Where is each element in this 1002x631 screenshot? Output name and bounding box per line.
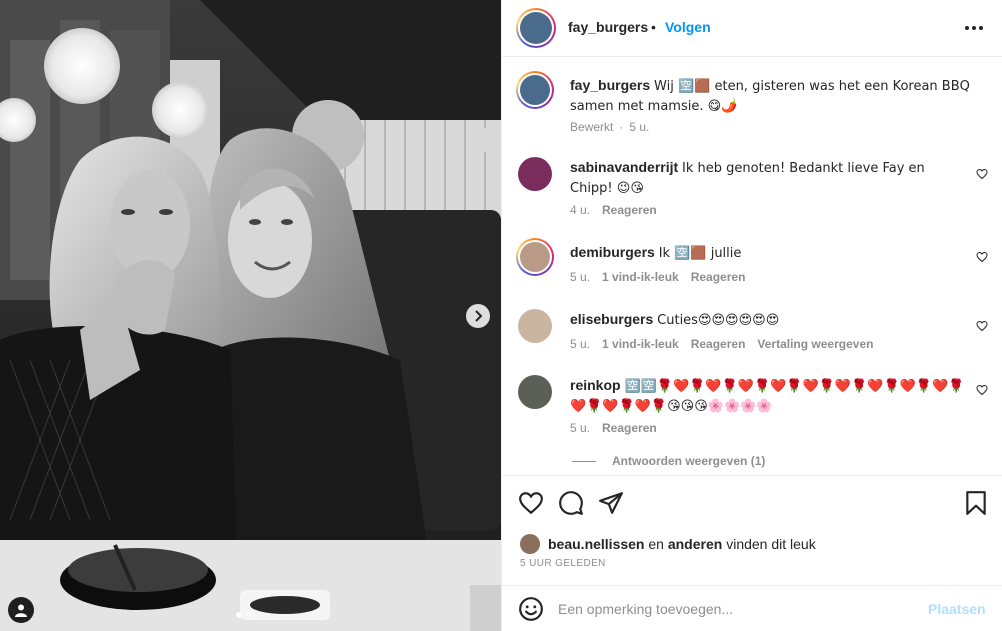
comment-meta: 5 u. 1 vind-ik-leuk Reageren Vertaling w… (570, 337, 873, 351)
bookmark-icon[interactable] (963, 490, 989, 516)
commenter-avatar[interactable] (518, 157, 552, 191)
avatar (520, 12, 552, 44)
reply-button[interactable]: Reageren (691, 270, 746, 284)
likes-summary: beau.nellissen en anderen vinden dit leu… (520, 534, 816, 554)
author-username[interactable]: fay_burgers (568, 19, 648, 35)
reply-button[interactable]: Reageren (602, 421, 657, 435)
comment-age[interactable]: 5 u. (570, 270, 590, 284)
likes-others-link[interactable]: anderen (668, 536, 722, 552)
caption: fay_burgers Wij 🈳🟫 eten, gisteren was he… (516, 71, 988, 141)
comment-icon[interactable] (558, 490, 584, 516)
share-icon[interactable] (598, 490, 624, 516)
emoji-icon[interactable] (518, 596, 544, 622)
reply-button[interactable]: Reageren (602, 203, 657, 217)
comment-age[interactable]: 5 u. (570, 337, 590, 351)
caption-age[interactable]: 5 u. (629, 120, 649, 134)
comment-text: demiburgers Ik 🈳🟫 jullie (570, 243, 970, 263)
commenter-avatar[interactable] (518, 309, 552, 343)
comment-age[interactable]: 5 u. (570, 421, 590, 435)
next-slide-button[interactable] (466, 304, 490, 328)
post-comment-button[interactable]: Plaatsen (928, 601, 986, 617)
comment-meta: 5 u. 1 vind-ik-leuk Reageren (570, 270, 745, 284)
comment-input[interactable] (558, 596, 918, 622)
comment-item: eliseburgers Cuties😍😍😍😍😍😍 5 u. 1 vind-ik… (518, 309, 988, 359)
likes-connector: en (648, 536, 664, 552)
caption-text: fay_burgers Wij 🈳🟫 eten, gisteren was he… (570, 76, 970, 116)
comment-likes[interactable]: 1 vind-ik-leuk (602, 337, 679, 351)
carousel-dot (236, 612, 242, 618)
post-header: fay_burgers • Volgen (502, 0, 1002, 57)
separator-dot: • (651, 19, 656, 35)
comment-meta: 5 u. Reageren (570, 421, 657, 435)
commenter-avatar[interactable] (518, 375, 552, 409)
comment-likes[interactable]: 1 vind-ik-leuk (602, 270, 679, 284)
heart-icon[interactable] (976, 251, 988, 263)
post-sidebar: fay_burgers • Volgen fay_burgers Wij 🈳🟫 … (501, 0, 1002, 631)
comment-item: reinkop 🈳🈳🌹❤️🌹❤️🌹❤️🌹❤️🌹❤️🌹❤️🌹❤️🌹❤️🌹❤️🌹❤️… (518, 375, 988, 445)
comment-text: eliseburgers Cuties😍😍😍😍😍😍 (570, 310, 970, 330)
avatar (520, 242, 550, 272)
follow-button[interactable]: Volgen (665, 19, 711, 35)
post-timestamp[interactable]: 5 UUR GELEDEN (520, 558, 606, 569)
caption-avatar[interactable] (516, 71, 554, 109)
comment-username[interactable]: sabinavanderrijt (570, 159, 678, 175)
edited-label: Bewerkt (570, 120, 614, 134)
heart-icon[interactable] (976, 320, 988, 332)
heart-icon[interactable] (976, 384, 988, 396)
post-photo[interactable] (0, 0, 501, 631)
commenter-avatar[interactable] (516, 238, 554, 276)
post-actions: beau.nellissen en anderen vinden dit leu… (502, 475, 1002, 585)
comment-username[interactable]: eliseburgers (570, 311, 653, 327)
comment-body: Ik 🈳🟫 jullie (658, 246, 742, 261)
comment-username[interactable]: reinkop (570, 377, 621, 393)
comments-list[interactable]: fay_burgers Wij 🈳🟫 eten, gisteren was he… (502, 57, 1002, 475)
divider-line (572, 460, 596, 462)
comment-item: sabinavanderrijt Ik heb genoten! Bedankt… (518, 157, 988, 227)
photo-scene (0, 0, 501, 631)
user-tag-icon (15, 604, 27, 617)
liker-avatar[interactable] (520, 534, 540, 554)
liker-username[interactable]: beau.nellissen (548, 536, 644, 552)
tagged-users-button[interactable] (8, 597, 34, 623)
comment-body: Cuties😍😍😍😍😍😍 (657, 313, 780, 328)
heart-icon[interactable] (518, 490, 544, 516)
comment-meta: 4 u. Reageren (570, 203, 657, 217)
comment-text: sabinavanderrijt Ik heb genoten! Bedankt… (570, 158, 970, 198)
author-avatar[interactable] (516, 8, 556, 48)
comment-body: 🈳🈳🌹❤️🌹❤️🌹❤️🌹❤️🌹❤️🌹❤️🌹❤️🌹❤️🌹❤️🌹❤️🌹❤️🌹❤️🌹😘… (570, 379, 965, 414)
comment-item: demiburgers Ik 🈳🟫 jullie 5 u. 1 vind-ik-… (516, 238, 988, 290)
view-replies-label: Antwoorden weergeven (1) (612, 454, 766, 468)
heart-icon[interactable] (976, 168, 988, 180)
translate-button[interactable]: Vertaling weergeven (757, 337, 873, 351)
avatar (520, 75, 550, 105)
comment-composer: Plaatsen (502, 585, 1002, 631)
reply-button[interactable]: Reageren (691, 337, 746, 351)
caption-username[interactable]: fay_burgers (570, 77, 650, 93)
carousel-dot (246, 612, 252, 618)
view-replies-button[interactable]: Antwoorden weergeven (1) (572, 454, 765, 468)
likes-suffix: vinden dit leuk (726, 536, 816, 552)
chevron-right-icon (475, 310, 483, 322)
comment-age[interactable]: 4 u. (570, 203, 590, 217)
carousel-indicator (236, 612, 252, 618)
separator-dot: · (619, 120, 624, 134)
comment-text: reinkop 🈳🈳🌹❤️🌹❤️🌹❤️🌹❤️🌹❤️🌹❤️🌹❤️🌹❤️🌹❤️🌹❤️… (570, 376, 970, 416)
comment-username[interactable]: demiburgers (570, 244, 655, 260)
more-options-button[interactable] (962, 18, 986, 38)
more-horizontal-icon (965, 26, 983, 30)
caption-meta: Bewerkt · 5 u. (570, 120, 649, 134)
